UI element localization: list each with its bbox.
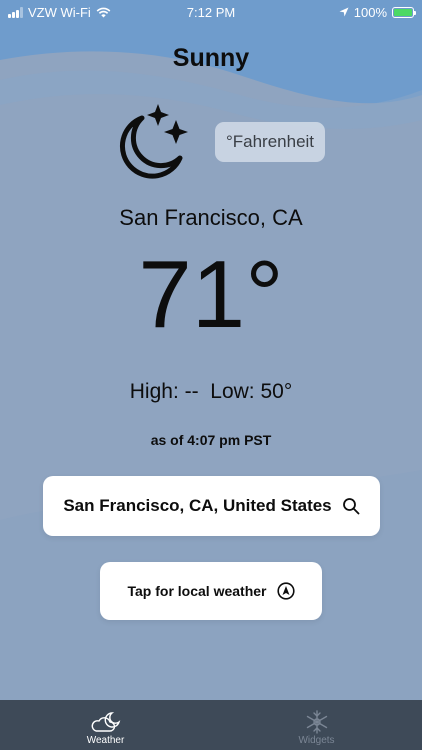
local-weather-button[interactable]: Tap for local weather	[100, 562, 322, 620]
background-waves	[0, 0, 422, 750]
high-low: High: -- Low: 50°	[129, 380, 293, 403]
carrier-label: VZW Wi-Fi	[28, 4, 91, 20]
cloud-moon-icon	[91, 712, 120, 732]
unit-toggle-button[interactable]: °Fahrenheit	[215, 122, 325, 162]
battery-icon	[392, 6, 416, 18]
wifi-icon	[96, 7, 111, 17]
search-icon	[342, 498, 360, 515]
moon-stars-icon	[119, 104, 188, 179]
as-of-time: as of 4:07 pm PST	[150, 432, 272, 448]
search-location-label: San Francisco, CA, United States	[63, 496, 332, 515]
tab-widgets[interactable]: Widgets	[211, 700, 422, 750]
status-left: VZW Wi-Fi	[8, 5, 111, 20]
status-bar: VZW Wi-Fi 7:12 PM 100%	[0, 0, 422, 24]
signal-icon	[8, 6, 23, 18]
tab-bar: Weather Widgets	[0, 700, 422, 750]
tab-weather[interactable]: Weather	[0, 700, 211, 750]
snowflake-icon	[306, 710, 327, 734]
local-weather-label: Tap for local weather	[127, 583, 267, 599]
status-right: 100%	[339, 4, 416, 20]
tab-widgets-label: Widgets	[298, 735, 335, 746]
location-search-button[interactable]: San Francisco, CA, United States	[43, 476, 380, 536]
location-services-icon	[339, 7, 349, 17]
battery-percent: 100%	[353, 4, 387, 20]
tab-weather-label: Weather	[86, 735, 125, 746]
weather-condition: Sunny	[172, 44, 250, 72]
location-arrow-icon	[276, 582, 295, 600]
city-name: San Francisco, CA	[119, 205, 303, 230]
temperature: 71°	[138, 241, 284, 348]
